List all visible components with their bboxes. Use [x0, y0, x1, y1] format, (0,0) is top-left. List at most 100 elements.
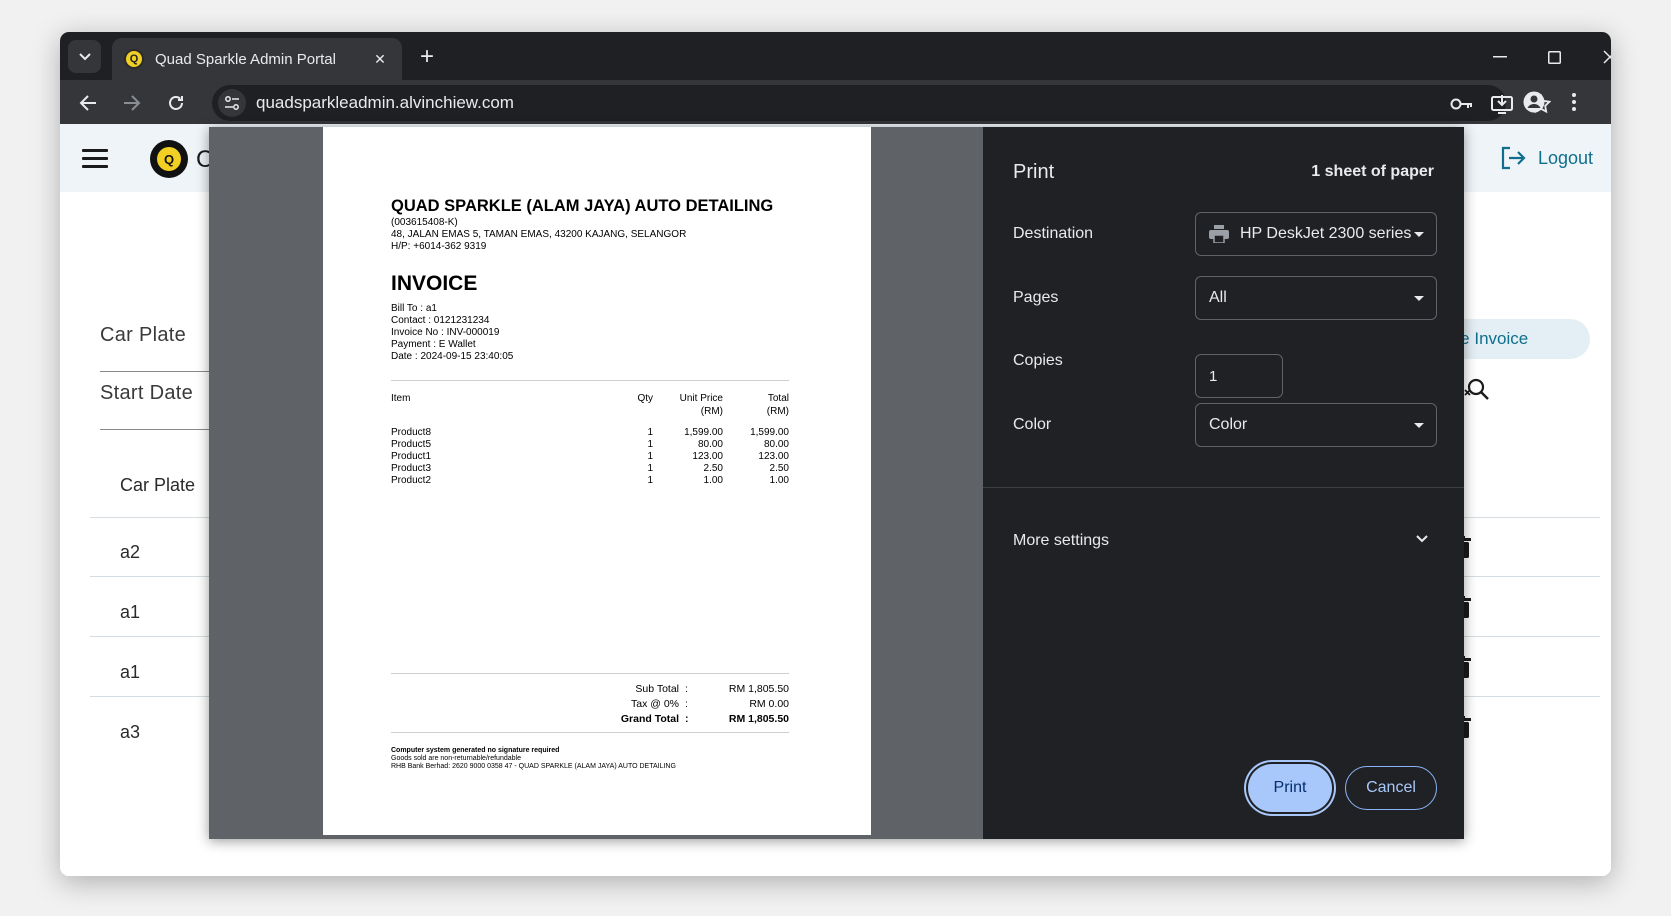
new-tab-button[interactable]: + — [412, 42, 442, 72]
pages-select[interactable]: All — [1195, 276, 1437, 320]
start-date-filter-input[interactable] — [100, 429, 210, 430]
divider — [391, 732, 789, 733]
item-unit-price: 123.00 — [692, 451, 723, 462]
item-name: Product1 — [391, 451, 432, 462]
company-reg-no: (003615408-K) — [391, 217, 458, 228]
password-key-button[interactable] — [1449, 91, 1475, 117]
pages-value: All — [1209, 289, 1227, 306]
item-total: 1,599.00 — [750, 427, 789, 438]
maximize-icon — [1547, 50, 1561, 64]
col-total-unit: (RM) — [766, 406, 789, 417]
close-icon — [1603, 50, 1611, 64]
more-vert-icon — [1572, 93, 1576, 111]
tab-close-icon[interactable]: ✕ — [370, 51, 390, 68]
item-name: Product3 — [391, 463, 432, 474]
browser-menu-button[interactable] — [1562, 88, 1586, 116]
install-icon — [1491, 95, 1513, 114]
destination-label: Destination — [1013, 225, 1094, 242]
company-phone: H/P: +6014-362 9319 — [391, 241, 487, 252]
col-unit-price-unit: (RM) — [700, 406, 723, 417]
print-button[interactable]: Print — [1248, 764, 1332, 812]
minimize-button[interactable] — [1480, 42, 1520, 72]
address-bar[interactable]: quadsparkleadmin.alvinchiew.com — [212, 85, 1551, 121]
color-value: Color — [1209, 416, 1248, 433]
item-unit-price: 1,599.00 — [684, 427, 723, 438]
color-select[interactable]: Color — [1195, 403, 1437, 447]
expand-more-icon[interactable] — [1412, 529, 1432, 549]
invoice-date: Date : 2024-09-15 23:40:05 — [391, 351, 514, 362]
tune-icon — [225, 96, 239, 110]
arrow-left-icon — [79, 95, 96, 111]
tax-label: Tax @ 0% — [630, 698, 679, 710]
back-button[interactable] — [72, 87, 104, 119]
tax-separator: : — [685, 698, 688, 710]
car-plate-filter-input[interactable] — [100, 371, 210, 372]
key-icon — [1450, 98, 1472, 110]
divider — [391, 673, 789, 674]
print-preview-pane: QUAD SPARKLE (ALAM JAYA) AUTO DETAILING … — [209, 127, 983, 839]
caret-down-icon — [1414, 296, 1424, 301]
item-unit-price: 2.50 — [703, 463, 723, 474]
caret-down-icon — [1414, 232, 1424, 237]
menu-icon[interactable] — [82, 149, 108, 169]
car-plate-filter-label: Car Plate — [100, 324, 187, 346]
reset-search-button[interactable] — [1462, 374, 1492, 404]
forward-button[interactable] — [116, 87, 148, 119]
more-settings-toggle[interactable]: More settings — [1013, 532, 1109, 550]
destination-value: HP DeskJet 2300 series — [1240, 225, 1412, 242]
col-item: Item — [391, 393, 411, 404]
logout-icon — [1501, 146, 1526, 170]
payment-method: Payment : E Wallet — [391, 339, 476, 350]
car-plate-cell: a3 — [120, 722, 141, 742]
logout-button[interactable]: Logout — [1500, 146, 1593, 170]
car-plate-cell: a1 — [120, 662, 141, 682]
logout-label: Logout — [1538, 147, 1594, 168]
account-icon — [1523, 91, 1545, 113]
browser-window: Q Quad Sparkle Admin Portal ✕ + quadspar… — [60, 32, 1611, 876]
reload-button[interactable] — [160, 87, 192, 119]
destination-select[interactable]: HP DeskJet 2300 series — [1195, 212, 1437, 256]
item-unit-price: 1.00 — [703, 475, 723, 486]
sheet-count: 1 sheet of paper — [1311, 163, 1434, 180]
arrow-right-icon — [124, 95, 141, 111]
invoice-preview-page: QUAD SPARKLE (ALAM JAYA) AUTO DETAILING … — [323, 127, 871, 835]
grand-total-label: Grand Total — [620, 713, 679, 725]
tab-search-button[interactable] — [68, 40, 101, 73]
cancel-button[interactable]: Cancel — [1345, 766, 1437, 810]
print-dialog: QUAD SPARKLE (ALAM JAYA) AUTO DETAILING … — [209, 127, 1464, 839]
app-logo: Q — [150, 140, 188, 178]
install-app-button[interactable] — [1489, 91, 1515, 117]
browser-tab[interactable]: Q Quad Sparkle Admin Portal ✕ — [112, 38, 402, 80]
browser-toolbar: quadsparkleadmin.alvinchiew.com — [60, 80, 1611, 124]
invoice-number: Invoice No : INV-000019 — [391, 327, 500, 338]
tab-strip: Q Quad Sparkle Admin Portal ✕ + — [60, 32, 1611, 80]
invoice-title: INVOICE — [391, 272, 478, 295]
maximize-button[interactable] — [1534, 42, 1574, 72]
start-date-filter-label: Start Date — [100, 382, 194, 404]
divider — [391, 380, 789, 381]
company-address: 48, JALAN EMAS 5, TAMAN EMAS, 43200 KAJA… — [391, 229, 687, 240]
caret-down-icon — [1414, 423, 1424, 428]
sub-total-separator: : — [685, 683, 688, 695]
site-info-button[interactable] — [218, 89, 246, 117]
grand-total-value: RM 1,805.50 — [728, 713, 789, 725]
profile-button[interactable] — [1520, 88, 1548, 116]
item-unit-price: 80.00 — [697, 439, 723, 450]
grand-total-separator: : — [685, 713, 689, 725]
sub-total-value: RM 1,805.50 — [728, 683, 789, 695]
close-window-button[interactable] — [1590, 42, 1611, 72]
chevron-down-icon — [78, 52, 91, 60]
copies-input[interactable]: 1 — [1195, 354, 1283, 398]
car-plate-cell: a1 — [120, 602, 141, 622]
minimize-icon — [1493, 56, 1507, 58]
printer-icon — [1209, 225, 1229, 243]
pages-label: Pages — [1013, 289, 1059, 306]
footer-bank-info: RHB Bank Berhad: 2620 9000 0358 47 - QUA… — [391, 763, 676, 770]
footer-note: Computer system generated no signature r… — [391, 747, 560, 754]
item-total: 2.50 — [769, 463, 789, 474]
url-text[interactable]: quadsparkleadmin.alvinchiew.com — [256, 93, 514, 113]
col-total: Total — [767, 393, 789, 404]
item-name: Product8 — [391, 427, 432, 438]
print-settings-pane: Print 1 sheet of paper Destination HP De… — [983, 127, 1464, 839]
page-content: Q C Logout Car Plate Start Date ate Invo… — [60, 124, 1611, 876]
